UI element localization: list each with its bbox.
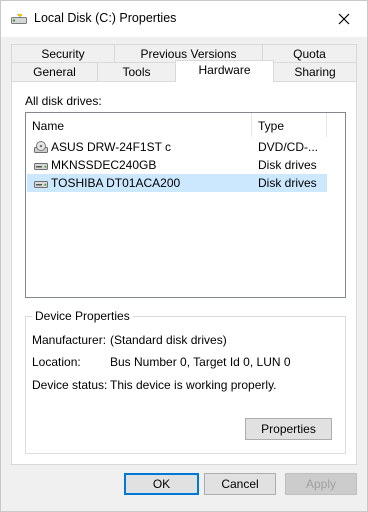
cancel-button[interactable]: Cancel xyxy=(204,473,276,495)
drive-type: Disk drives xyxy=(258,176,317,190)
column-divider[interactable] xyxy=(326,113,327,137)
tab-security[interactable]: Security xyxy=(11,44,115,64)
list-item[interactable]: MKNSSDEC240GB Disk drives xyxy=(27,156,327,174)
device-status-value: This device is working properly. xyxy=(110,378,277,392)
properties-dialog: Local Disk (C:) Properties Security Prev… xyxy=(0,0,368,512)
window-title: Local Disk (C:) Properties xyxy=(34,11,177,25)
apply-button: Apply xyxy=(285,473,357,495)
drive-type: Disk drives xyxy=(258,158,317,172)
column-header-type[interactable]: Type xyxy=(252,113,326,137)
disk-drive-icon xyxy=(34,163,48,170)
hardware-panel: All disk drives: Name Type ASUS DRW-24F1… xyxy=(11,81,357,465)
list-item[interactable]: TOSHIBA DT01ACA200 Disk drives xyxy=(27,174,327,192)
ok-button[interactable]: OK xyxy=(124,473,199,495)
all-disk-drives-label: All disk drives: xyxy=(25,94,102,108)
tab-tools[interactable]: Tools xyxy=(97,62,176,82)
device-status-label: Device status: xyxy=(32,378,108,392)
column-header-name[interactable]: Name xyxy=(26,113,252,137)
drive-name: MKNSSDEC240GB xyxy=(51,158,157,172)
title-bar[interactable]: Local Disk (C:) Properties xyxy=(1,1,367,37)
tab-hardware[interactable]: Hardware xyxy=(175,60,274,82)
disk-drive-icon xyxy=(34,181,48,188)
drive-name: TOSHIBA DT01ACA200 xyxy=(51,176,181,190)
close-icon xyxy=(338,13,350,25)
list-item[interactable]: ASUS DRW-24F1ST c DVD/CD-... xyxy=(27,138,327,156)
drive-icon xyxy=(11,14,27,24)
device-properties-group: Device Properties Manufacturer: (Standar… xyxy=(25,309,346,454)
dvd-drive-icon xyxy=(34,141,48,153)
close-button[interactable] xyxy=(321,1,367,37)
list-header: Name Type xyxy=(26,113,345,137)
location-value: Bus Number 0, Target Id 0, LUN 0 xyxy=(110,355,291,369)
properties-button[interactable]: Properties xyxy=(245,418,332,440)
disk-drives-list[interactable]: Name Type ASUS DRW-24F1ST c DVD/CD-... M… xyxy=(25,112,346,298)
drive-name: ASUS DRW-24F1ST c xyxy=(51,140,172,154)
tab-sharing[interactable]: Sharing xyxy=(273,62,357,82)
group-title: Device Properties xyxy=(32,309,133,323)
manufacturer-value: (Standard disk drives) xyxy=(110,333,227,347)
tab-quota[interactable]: Quota xyxy=(262,44,357,64)
location-label: Location: xyxy=(32,355,81,369)
manufacturer-label: Manufacturer: xyxy=(32,333,107,347)
tab-general[interactable]: General xyxy=(11,62,98,82)
drive-type: DVD/CD-... xyxy=(258,140,318,154)
